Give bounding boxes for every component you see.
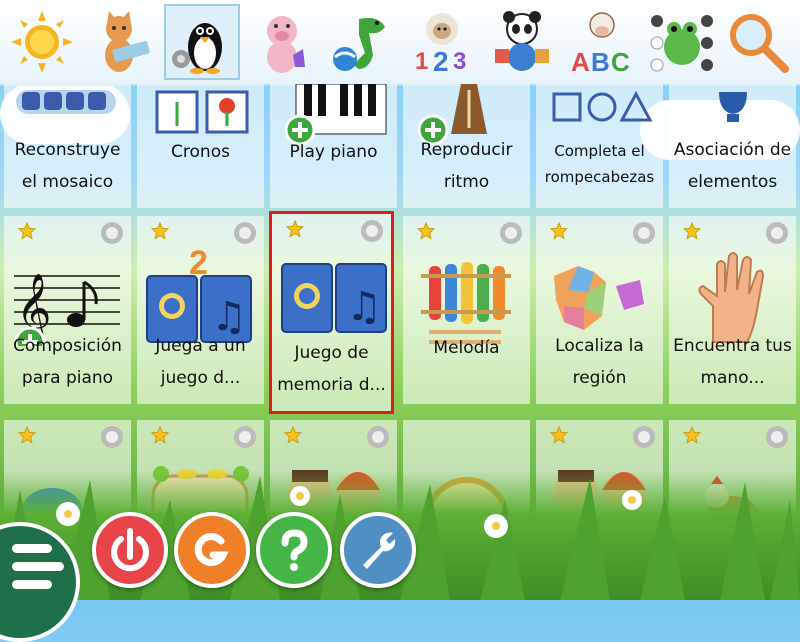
plants-icon [155, 90, 249, 134]
star-icon [683, 222, 701, 240]
star-icon [286, 220, 304, 238]
shapes-icon [552, 90, 653, 122]
svg-text:1: 1 [415, 48, 428, 75]
frog-icon [650, 15, 713, 72]
settings-gear-icon[interactable] [99, 424, 125, 450]
category-pig[interactable] [244, 4, 320, 80]
activity-label: Reconstruye el mosaico [14, 140, 121, 192]
category-numbers[interactable]: 1 2 3 [404, 4, 480, 80]
activity-grid: Reconstruyeel mosaico Cronos Play piano [0, 84, 800, 514]
cup-icon [719, 92, 747, 122]
sun-icon [11, 11, 73, 73]
help-button[interactable] [256, 512, 332, 588]
settings-button[interactable] [340, 512, 416, 588]
dinosaur-ball-icon [333, 18, 385, 71]
question-icon [281, 529, 308, 571]
activity-label: Localiza la región [555, 336, 644, 388]
activity-label: Composición para piano [13, 336, 122, 388]
activity-label: Juega a un juego d... [155, 336, 246, 388]
svg-text:♫: ♫ [346, 284, 382, 330]
category-sun[interactable] [4, 4, 80, 80]
star-icon [151, 426, 169, 444]
activity-label: Juego de memoria d... [277, 343, 386, 395]
category-strategy[interactable] [644, 4, 720, 80]
settings-gear-icon[interactable] [631, 220, 657, 246]
activity-label: Cronos [171, 142, 230, 162]
gcompris-logo-icon [194, 533, 229, 567]
activity-label: Reproducir ritmo [420, 140, 513, 192]
activity-tile-localiza-region[interactable]: Localiza la región [536, 216, 663, 404]
activity-tile-reproducir-ritmo[interactable]: Reproducir ritmo [403, 84, 530, 208]
category-penguin[interactable] [164, 4, 240, 80]
svg-text:2: 2 [433, 46, 449, 75]
activity-tile-reconstruye-mosaico[interactable]: Reconstruye el mosaico [4, 84, 131, 208]
activity-label: Play piano [289, 142, 378, 162]
activity-label: Asociación de elementos [673, 140, 792, 192]
star-icon [151, 222, 169, 240]
pig-icon [267, 16, 305, 73]
settings-gear-icon[interactable] [359, 218, 385, 244]
star-icon [18, 426, 36, 444]
menu-bar-icon [12, 580, 52, 589]
activity-tile-composicion-piano[interactable]: 𝄞 Composición para piano [4, 216, 131, 404]
settings-gear-icon[interactable] [764, 220, 790, 246]
svg-text:A: A [571, 47, 590, 75]
activity-label: Encuentra tus mano... [673, 336, 792, 388]
xylophone-icon [421, 262, 511, 344]
activity-tile-melodia[interactable]: Melodía [403, 216, 530, 404]
settings-gear-icon[interactable] [498, 220, 524, 246]
penguin-icon [172, 23, 222, 74]
svg-text:B: B [591, 47, 610, 75]
settings-gear-icon[interactable] [365, 424, 391, 450]
star-icon [18, 222, 36, 240]
cow-abc-icon: A B C [571, 12, 630, 75]
settings-gear-icon[interactable] [232, 424, 258, 450]
star-icon [550, 426, 568, 444]
about-gcompris-button[interactable] [174, 512, 250, 588]
category-computer[interactable] [84, 4, 160, 80]
activity-tile-juego-memoria-selected[interactable]: ♫ Juego de memoria d... [269, 211, 394, 414]
power-icon [111, 528, 149, 572]
sheep-123-icon: 1 2 3 [415, 13, 466, 75]
star-icon [683, 426, 701, 444]
star-icon [417, 222, 435, 240]
activity-tile-cronos[interactable]: Cronos [137, 84, 264, 208]
category-dinosaur[interactable] [324, 4, 400, 80]
panda-puzzle-icon [495, 11, 549, 71]
category-bar: 1 2 3 A B C [0, 0, 800, 86]
memory-cards-icon: ♫ [281, 263, 387, 333]
menu-bar-icon [12, 562, 64, 571]
activity-tile-juega-juego[interactable]: 2 ♫ Juega a un juego d... [137, 216, 264, 404]
category-search[interactable] [720, 4, 796, 80]
category-letters[interactable]: A B C [564, 4, 640, 80]
category-puzzle[interactable] [484, 4, 560, 80]
exit-button[interactable] [92, 512, 168, 588]
activity-tile-play-piano[interactable]: Play piano [270, 84, 397, 208]
svg-text:C: C [611, 47, 630, 75]
activity-tile-completa-rompecabezas[interactable]: Completa el rompecabezas [536, 84, 663, 208]
magnifier-icon [730, 14, 789, 73]
star-icon [550, 222, 568, 240]
star-icon [284, 426, 302, 444]
settings-gear-icon[interactable] [232, 220, 258, 246]
svg-text:3: 3 [453, 48, 466, 75]
activity-tile-asociacion-elementos[interactable]: Asociación de elementos [669, 84, 796, 208]
activity-tile-encuentra-manos[interactable]: Encuentra tus mano... [669, 216, 796, 404]
settings-gear-icon[interactable] [99, 220, 125, 246]
wrench-icon [363, 532, 396, 569]
settings-gear-icon[interactable] [764, 424, 790, 450]
cat-keyboard-icon [105, 11, 150, 72]
activity-label: Completa el rompecabezas [544, 142, 655, 186]
settings-gear-icon[interactable] [631, 424, 657, 450]
activity-label: Melodía [433, 338, 500, 358]
menu-bar-icon [12, 544, 52, 553]
